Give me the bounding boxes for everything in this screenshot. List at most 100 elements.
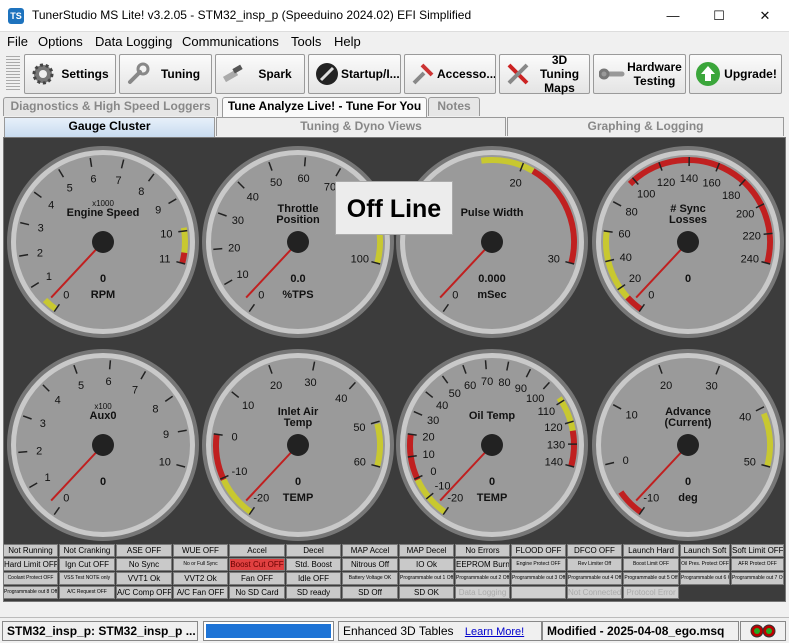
status-indicator: No Sync [116, 558, 172, 571]
gauge-tick-label: 30 [706, 381, 718, 393]
status-indicator: Fan OFF [229, 572, 285, 585]
gauge-units: %TPS [282, 289, 313, 301]
menu-tools[interactable]: Tools [291, 34, 321, 49]
tab-diagnostics[interactable]: Diagnostics & High Speed Loggers [3, 97, 218, 116]
gauge-tick-label: 80 [498, 377, 510, 389]
status-indicator: MAP Decel [399, 544, 454, 557]
gauge-hub [677, 231, 699, 253]
gauge-5: -20-1001020 30405060Inlet AirTemp0TEMP [202, 349, 394, 541]
status-indicator: Battery Voltage OK [342, 572, 398, 585]
gear-icon [29, 60, 57, 88]
gauge-tick-label: 40 [739, 411, 751, 423]
gauge-units: TEMP [477, 492, 508, 504]
gauge-band [568, 430, 577, 467]
close-button[interactable]: ✕ [742, 0, 788, 32]
status-indicator: Soft Limit OFF [731, 544, 784, 557]
title-bar: TS TunerStudio MS Lite! v3.2.05 - STM32_… [0, 0, 789, 32]
menu-options[interactable]: Options [38, 34, 83, 49]
wrench-icon [598, 60, 626, 88]
hardware-testing-button[interactable]: Hardware Testing [593, 54, 686, 94]
maximize-button[interactable]: ☐ [696, 0, 742, 32]
gauge-tick-label: 60 [464, 380, 476, 392]
gauge-hub [481, 231, 503, 253]
status-indicator: No SD Card [229, 586, 285, 599]
tuning-button[interactable]: Tuning [119, 54, 212, 94]
gauge-hub [92, 434, 114, 456]
learn-more-link[interactable]: Learn More! [465, 626, 524, 638]
gauge-tick-label: 20 [228, 243, 240, 255]
status-indicator: A/C Comp OFF [116, 586, 172, 599]
status-indicator: ASE OFF [116, 544, 172, 557]
gauge-units: mSec [477, 289, 506, 301]
settings-button[interactable]: Settings [24, 54, 116, 94]
gauge-tick-label: 0 [430, 466, 436, 478]
gauge-tick-label: -10 [643, 492, 659, 504]
gauge-title: Position [276, 214, 320, 226]
tab-tune-analyze[interactable]: Tune Analyze Live! - Tune For You [222, 97, 427, 117]
status-indicator: AFR Protect OFF [731, 558, 784, 571]
gauge-tick [303, 157, 307, 167]
gauge-tick-label: 0 [258, 289, 264, 301]
status-indicator: MAP Accel [342, 544, 398, 557]
gauge-tick-label: 50 [270, 177, 282, 189]
status-indicator: Not Cranking [59, 544, 115, 557]
status-indicator: Engine Protect OFF [511, 558, 566, 571]
tab-graphing-logging[interactable]: Graphing & Logging [507, 117, 784, 136]
gauge-tick-label: 3 [40, 418, 46, 430]
accessories-button[interactable]: Accesso... [404, 54, 496, 94]
status-indicator: SD OK [399, 586, 454, 599]
gauge-tick-label: 40 [620, 252, 632, 264]
gauge-tick-label: 50 [353, 422, 365, 434]
connection-lights-icon [750, 624, 776, 638]
status-indicator: VSS Test NOTE only [59, 572, 115, 585]
minimize-button[interactable]: — [650, 0, 696, 32]
main-tab-bar: Gauge Cluster Tuning & Dyno Views Graphi… [0, 117, 789, 137]
gauge-value: 0.0 [290, 273, 305, 285]
gauge-hub [287, 434, 309, 456]
gauge-tick-label: 20 [270, 380, 282, 392]
gauge-tick-label: 10 [626, 410, 638, 422]
3d-tuning-maps-button[interactable]: 3D Tuning Maps [499, 53, 590, 95]
gauge-tick-label: 220 [742, 230, 760, 242]
tab-gauge-cluster[interactable]: Gauge Cluster [4, 117, 215, 137]
status-indicator: Oil Pres. Protect OFF [680, 558, 730, 571]
gauge-tick-label: 120 [544, 422, 562, 434]
menu-file[interactable]: File [7, 34, 28, 49]
gauge-tick-label: 10 [159, 457, 171, 469]
status-indicator: Nitrous Off [342, 558, 398, 571]
status-indicator: Decel [286, 544, 341, 557]
status-indicator: EEPROM Burn [455, 558, 510, 571]
crossed-tools-icon [504, 60, 532, 88]
gauge-tick-label: 50 [449, 388, 461, 400]
toolbar-grip[interactable] [6, 56, 20, 92]
gauge-tick-label: -20 [447, 492, 463, 504]
status-indicator: Programmable out 1 Off [399, 572, 454, 585]
gauge-4: 012345 678910x100Aux00 [7, 349, 199, 541]
startup-idle-button[interactable]: Startup/I... [308, 54, 401, 94]
upgrade-arrow-icon [694, 60, 722, 88]
gauge-tick-label: 0 [63, 492, 69, 504]
gauge-tick-label: 160 [702, 178, 720, 190]
gauge-1: 0102030405060708090100ThrottlePosition0.… [202, 146, 394, 338]
menu-communications[interactable]: Communications [182, 34, 279, 49]
wrench-icon [124, 60, 152, 88]
status-bar: STM32_insp_p: STM32_insp_p ... Enhanced … [0, 617, 789, 643]
gauge-tick-label: 80 [626, 207, 638, 219]
gauge-0: 0123456 7891011x1000Engine Speed0RPM [7, 146, 199, 338]
gauge-tick-label: 100 [526, 393, 544, 405]
modified-status: Modified - 2025-04-08_ego.msq [542, 621, 739, 641]
upgrade-button[interactable]: Upgrade! [689, 54, 782, 94]
status-indicator: Idle OFF [286, 572, 341, 585]
tab-notes[interactable]: Notes [428, 97, 480, 116]
gauge-2: 0102030Pulse Width0.000mSec [396, 146, 588, 338]
startup-icon [313, 60, 341, 88]
status-indicator: Rev Limiter Off [567, 558, 622, 571]
menu-help[interactable]: Help [334, 34, 361, 49]
gauge-units: TEMP [283, 492, 314, 504]
status-indicator: WUE OFF [173, 544, 228, 557]
menu-data-logging[interactable]: Data Logging [95, 34, 172, 49]
status-indicator: Ign Cut OFF [59, 558, 115, 571]
status-indicator [511, 586, 566, 599]
spark-button[interactable]: Spark [215, 54, 305, 94]
tab-tuning-dyno-views[interactable]: Tuning & Dyno Views [216, 117, 506, 136]
